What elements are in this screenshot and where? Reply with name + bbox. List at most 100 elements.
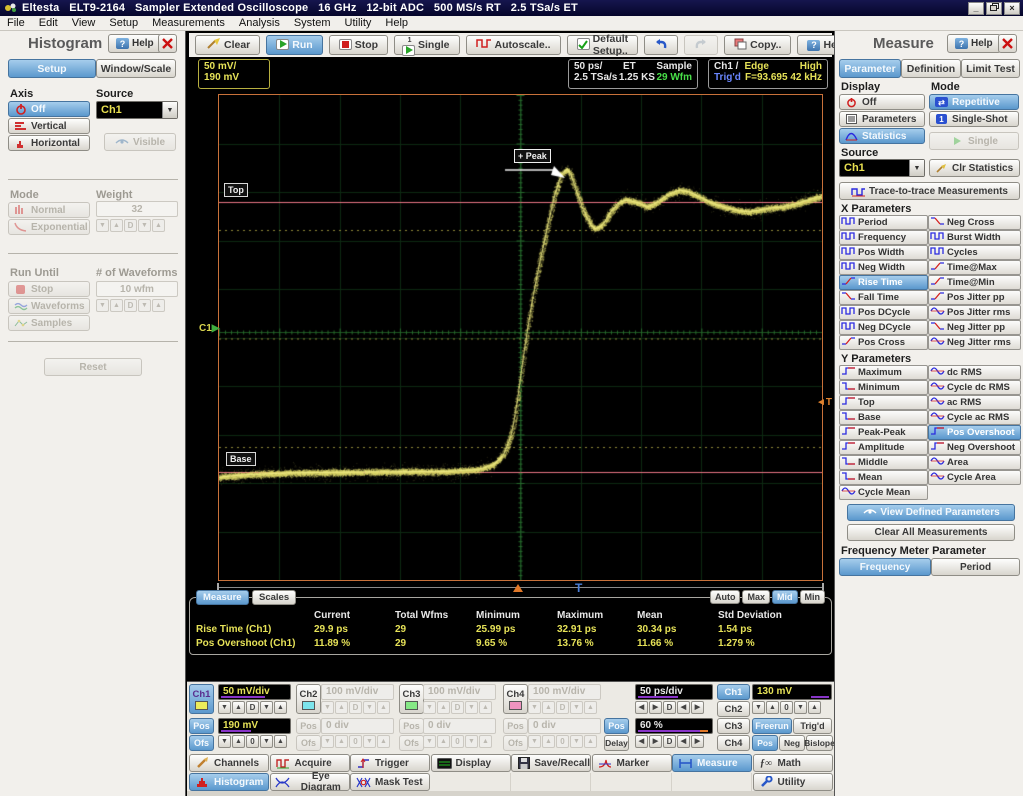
y-param-amplitude[interactable]: Amplitude	[839, 440, 928, 455]
single-button[interactable]: 1Single	[394, 35, 460, 55]
num-waveforms-up-fine-button[interactable]: ▲	[152, 299, 165, 312]
delay-button[interactable]: Delay	[604, 735, 629, 751]
trigger-level-down-button[interactable]: ▼	[752, 701, 765, 714]
clr-statistics-button[interactable]: Clr Statistics	[929, 159, 1020, 177]
redo-button[interactable]	[684, 35, 718, 55]
delay-default-button[interactable]: D	[663, 735, 676, 748]
y-param-cycle-area[interactable]: Cycle Area	[928, 470, 1021, 485]
x-param-time-min[interactable]: Time@Min	[928, 275, 1021, 290]
x-param-period[interactable]: Period	[839, 215, 928, 230]
clear-all-measurements-button[interactable]: Clear All Measurements	[847, 524, 1015, 541]
ch4-scale-up-button[interactable]: ▲	[542, 701, 555, 714]
ch2-offset-down-button[interactable]: ▼	[321, 735, 334, 748]
num-waveforms-down-button[interactable]: ▼	[96, 299, 109, 312]
menu-analysis[interactable]: Analysis	[232, 16, 287, 31]
ch3-scale-down-fine-button[interactable]: ▼	[465, 701, 478, 714]
restore-button[interactable]	[986, 2, 1002, 15]
ch3-scale-up-button[interactable]: ▲	[437, 701, 450, 714]
y-param-cycle-mean[interactable]: Cycle Mean	[839, 485, 928, 500]
x-param-pos-jitter-pp[interactable]: Pos Jitter pp	[928, 290, 1021, 305]
ch1-scale-default-button[interactable]: D	[246, 701, 259, 714]
x-param-cycles[interactable]: Cycles	[928, 245, 1021, 260]
ch1-offset-up-button[interactable]: ▲	[232, 735, 245, 748]
histogram-close-button[interactable]	[158, 34, 177, 53]
trigger-slope-bislope[interactable]: Bislope	[806, 735, 833, 751]
display-statistics-button[interactable]: Statistics	[839, 128, 925, 144]
clear-button[interactable]: Clear	[195, 35, 260, 55]
time-reference-marker[interactable]: T	[575, 581, 582, 595]
view-defined-parameters-button[interactable]: View Defined Parameters	[847, 504, 1015, 521]
ch2-scale-down-fine-button[interactable]: ▼	[363, 701, 376, 714]
trigger-source-ch3[interactable]: Ch3	[717, 718, 750, 734]
timebase-up-fine-button[interactable]: ▶	[691, 701, 704, 714]
tab-eye-diagram[interactable]: Eye Diagram	[270, 773, 350, 791]
trace-to-trace-button[interactable]: Trace-to-trace Measurements	[839, 182, 1020, 200]
ch2-offset-up-fine-button[interactable]: ▲	[377, 735, 390, 748]
chevron-down-icon[interactable]: ▼	[162, 102, 177, 118]
waveform-plot[interactable]: Top Base + Peak	[218, 94, 823, 581]
measure-close-button[interactable]	[998, 34, 1017, 53]
run-until-waveforms-button[interactable]: Waveforms	[8, 298, 90, 314]
view-auto-button[interactable]: Auto	[710, 590, 741, 604]
num-waveforms-up-button[interactable]: ▲	[110, 299, 123, 312]
y-param-top[interactable]: Top	[839, 395, 928, 410]
trigger-level-down-fine-button[interactable]: ▼	[794, 701, 807, 714]
trigger-mode-freerun[interactable]: Freerun	[752, 718, 792, 734]
view-mid-button[interactable]: Mid	[772, 590, 798, 604]
y-param-ac-rms[interactable]: ac RMS	[928, 395, 1021, 410]
ch1-offset-down-fine-button[interactable]: ▼	[260, 735, 273, 748]
x-param-pos-jitter-rms[interactable]: Pos Jitter rms	[928, 305, 1021, 320]
delay-up-fine-button[interactable]: ▶	[691, 735, 704, 748]
measure-source-select[interactable]: Ch1 ▼	[839, 159, 925, 177]
tab-display[interactable]: Display	[431, 754, 511, 772]
ch4-scale-down-button[interactable]: ▼	[528, 701, 541, 714]
axis-off-button[interactable]: Off	[8, 101, 90, 117]
axis-horizontal-button[interactable]: Horizontal	[8, 135, 90, 151]
tab-measure[interactable]: Measure	[672, 754, 752, 772]
trigger-mode-trig-d[interactable]: Trig'd	[793, 718, 832, 734]
y-param-cycle-dc-rms[interactable]: Cycle dc RMS	[928, 380, 1021, 395]
trigger-level-default-button[interactable]: 0	[780, 701, 793, 714]
trigger-level-up-button[interactable]: ▲	[766, 701, 779, 714]
tab-utility[interactable]: Utility	[753, 773, 833, 791]
view-max-button[interactable]: Max	[742, 590, 770, 604]
ch4-scale-down-fine-button[interactable]: ▼	[570, 701, 583, 714]
y-param-neg-overshoot[interactable]: Neg Overshoot	[928, 440, 1021, 455]
run-until-samples-button[interactable]: Samples	[8, 315, 90, 331]
trigger-level-up-fine-button[interactable]: ▲	[808, 701, 821, 714]
ch4-offset-default-button[interactable]: 0	[556, 735, 569, 748]
freq-meter-frequency-button[interactable]: Frequency	[839, 558, 931, 576]
menu-view[interactable]: View	[65, 16, 103, 31]
trigger-position-marker[interactable]	[513, 584, 523, 592]
ch1-offset-up-fine-button[interactable]: ▲	[274, 735, 287, 748]
x-param-burst-width[interactable]: Burst Width	[928, 230, 1021, 245]
tab-histogram[interactable]: Histogram	[189, 773, 269, 791]
undo-button[interactable]	[644, 35, 678, 55]
weight-up-button[interactable]: ▲	[110, 219, 123, 232]
tab-save-recall[interactable]: Save/Recall	[511, 754, 591, 772]
ch2-scale-up-fine-button[interactable]: ▲	[377, 701, 390, 714]
ch2-scale-default-button[interactable]: D	[349, 701, 362, 714]
ch3-ofs-button[interactable]: Ofs	[399, 735, 424, 751]
stop-button[interactable]: Stop	[329, 35, 388, 55]
x-param-pos-width[interactable]: Pos Width	[839, 245, 928, 260]
num-waveforms-down-fine-button[interactable]: ▼	[138, 299, 151, 312]
ch4-scale-up-fine-button[interactable]: ▲	[584, 701, 597, 714]
single-button[interactable]: Single	[929, 132, 1019, 150]
tab-measure-results[interactable]: Measure	[196, 590, 249, 605]
weight-up-fine-button[interactable]: ▲	[152, 219, 165, 232]
histogram-help-button[interactable]: ? Help	[108, 34, 162, 53]
ch3-offset-up-button[interactable]: ▲	[437, 735, 450, 748]
tab-channels[interactable]: Channels	[189, 754, 269, 772]
minimize-button[interactable]: _	[968, 2, 984, 15]
x-param-time-max[interactable]: Time@Max	[928, 260, 1021, 275]
axis-vertical-button[interactable]: Vertical	[8, 118, 90, 134]
ch1-scale-up-fine-button[interactable]: ▲	[274, 701, 287, 714]
mode-single-shot-button[interactable]: 1 Single-Shot	[929, 111, 1019, 127]
y-param-maximum[interactable]: Maximum	[839, 365, 928, 380]
ch1-ofs-button[interactable]: Ofs	[189, 735, 214, 751]
ch2-offset-default-button[interactable]: 0	[349, 735, 362, 748]
tab-setup[interactable]: Setup	[8, 59, 96, 78]
reset-button[interactable]: Reset	[44, 358, 142, 376]
tab-window-scale[interactable]: Window/Scale	[96, 59, 176, 78]
